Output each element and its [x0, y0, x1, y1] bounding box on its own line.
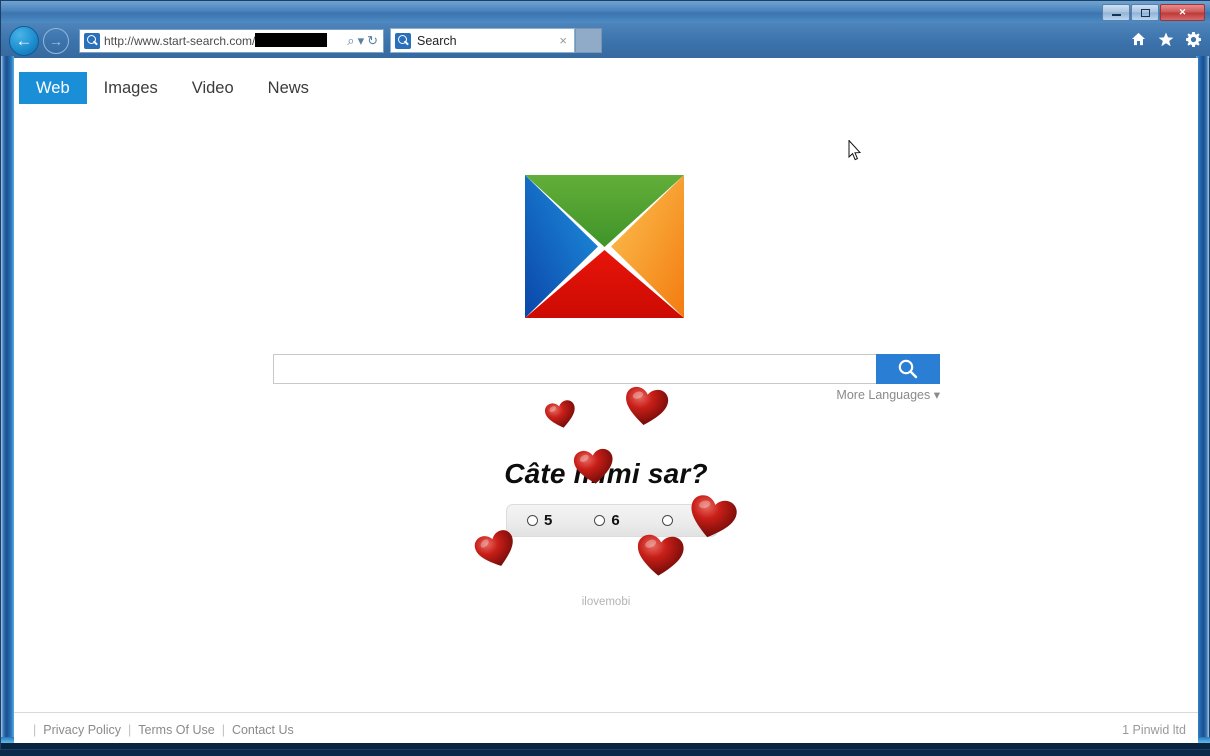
home-icon[interactable] [1131, 32, 1146, 49]
browser-toolbar-icons [1131, 31, 1201, 50]
new-tab-button[interactable] [575, 28, 602, 53]
tab-images[interactable]: Images [87, 72, 175, 104]
gear-icon[interactable] [1186, 31, 1201, 50]
window-frame-left [1, 56, 14, 746]
browser-tab-search[interactable]: Search × [390, 28, 575, 53]
tab-favicon-icon [395, 32, 411, 49]
browser-toolbar: ← → http://www.start-search.com/ ⌕ ▾ ↻ S… [1, 23, 1210, 58]
footer-separator-2: | [221, 722, 225, 737]
answer-option-3[interactable] [661, 515, 679, 526]
footer-copyright: 1 Pinwid ltd [1122, 722, 1186, 737]
answer-label-6: 6 [611, 512, 620, 529]
url-redaction-bar [255, 33, 328, 47]
mouse-cursor [848, 139, 862, 161]
restore-icon [1140, 8, 1150, 17]
address-bar-tools: ⌕ ▾ ↻ [347, 33, 381, 49]
answer-option-6[interactable]: 6 [594, 512, 620, 529]
page-footer: | Privacy Policy | Terms Of Use | Contac… [14, 712, 1198, 746]
browser-window: ✕ ← → http://www.start-search.com/ ⌕ ▾ ↻… [0, 0, 1210, 750]
chevron-down-icon[interactable]: ▾ [358, 33, 365, 49]
radio-icon[interactable] [661, 515, 673, 526]
tab-news[interactable]: News [251, 72, 326, 104]
footer-link-privacy-policy[interactable]: Privacy Policy [43, 723, 121, 737]
minimize-icon [1111, 14, 1121, 16]
footer-separator-1: | [128, 722, 132, 737]
search-category-tabs: Web Images Video News [19, 72, 326, 105]
radio-icon[interactable] [594, 515, 606, 526]
footer-separator-0: | [33, 722, 37, 737]
refresh-icon[interactable]: ↻ [367, 33, 378, 49]
restore-button[interactable] [1131, 4, 1159, 21]
more-languages-link[interactable]: More Languages ▾ [825, 387, 940, 402]
heart-icon [619, 380, 673, 434]
tab-web[interactable]: Web [19, 72, 87, 105]
title-bar: ✕ [1, 1, 1210, 23]
search-input[interactable] [273, 354, 876, 384]
desktop-strip [1, 743, 1210, 749]
back-button[interactable]: ← [9, 25, 39, 56]
address-url-text: http://www.start-search.com/ [104, 33, 328, 48]
radio-icon[interactable] [527, 515, 538, 526]
forward-arrow-icon: → [49, 32, 63, 49]
captcha-question: Câte mimi sar? [504, 458, 708, 489]
address-bar[interactable]: http://www.start-search.com/ ⌕ ▾ ↻ [79, 28, 384, 53]
captcha-answer-options: 5 6 [506, 504, 718, 537]
search-icon[interactable]: ⌕ [347, 33, 354, 49]
footer-link-terms-of-use[interactable]: Terms Of Use [138, 723, 214, 737]
favorites-star-icon[interactable] [1158, 32, 1174, 50]
tab-title: Search [417, 33, 457, 48]
back-arrow-icon: ← [15, 31, 33, 50]
address-url-value: http://www.start-search.com/ [104, 34, 256, 48]
brand-note: ilovemobi [581, 596, 631, 608]
window-controls: ✕ [1102, 4, 1205, 21]
footer-links: | Privacy Policy | Terms Of Use | Contac… [26, 723, 294, 737]
search-icon [898, 359, 918, 379]
close-icon: ✕ [1178, 7, 1187, 17]
footer-link-contact-us[interactable]: Contact Us [232, 723, 294, 737]
close-button[interactable]: ✕ [1160, 4, 1205, 21]
search-submit-button[interactable] [876, 354, 940, 384]
answer-option-5[interactable]: 5 [527, 512, 552, 529]
tab-video[interactable]: Video [175, 72, 251, 104]
tab-close-icon[interactable]: × [556, 33, 570, 48]
search-bar [273, 354, 940, 384]
forward-button[interactable]: → [43, 27, 69, 54]
answer-label-5: 5 [544, 512, 553, 529]
start-search-logo [525, 175, 684, 318]
page-viewport: Web Images Video News More Languages ▾ C… [14, 58, 1198, 746]
site-favicon-icon [84, 32, 100, 49]
heart-icon [541, 395, 581, 435]
minimize-button[interactable] [1102, 4, 1130, 21]
